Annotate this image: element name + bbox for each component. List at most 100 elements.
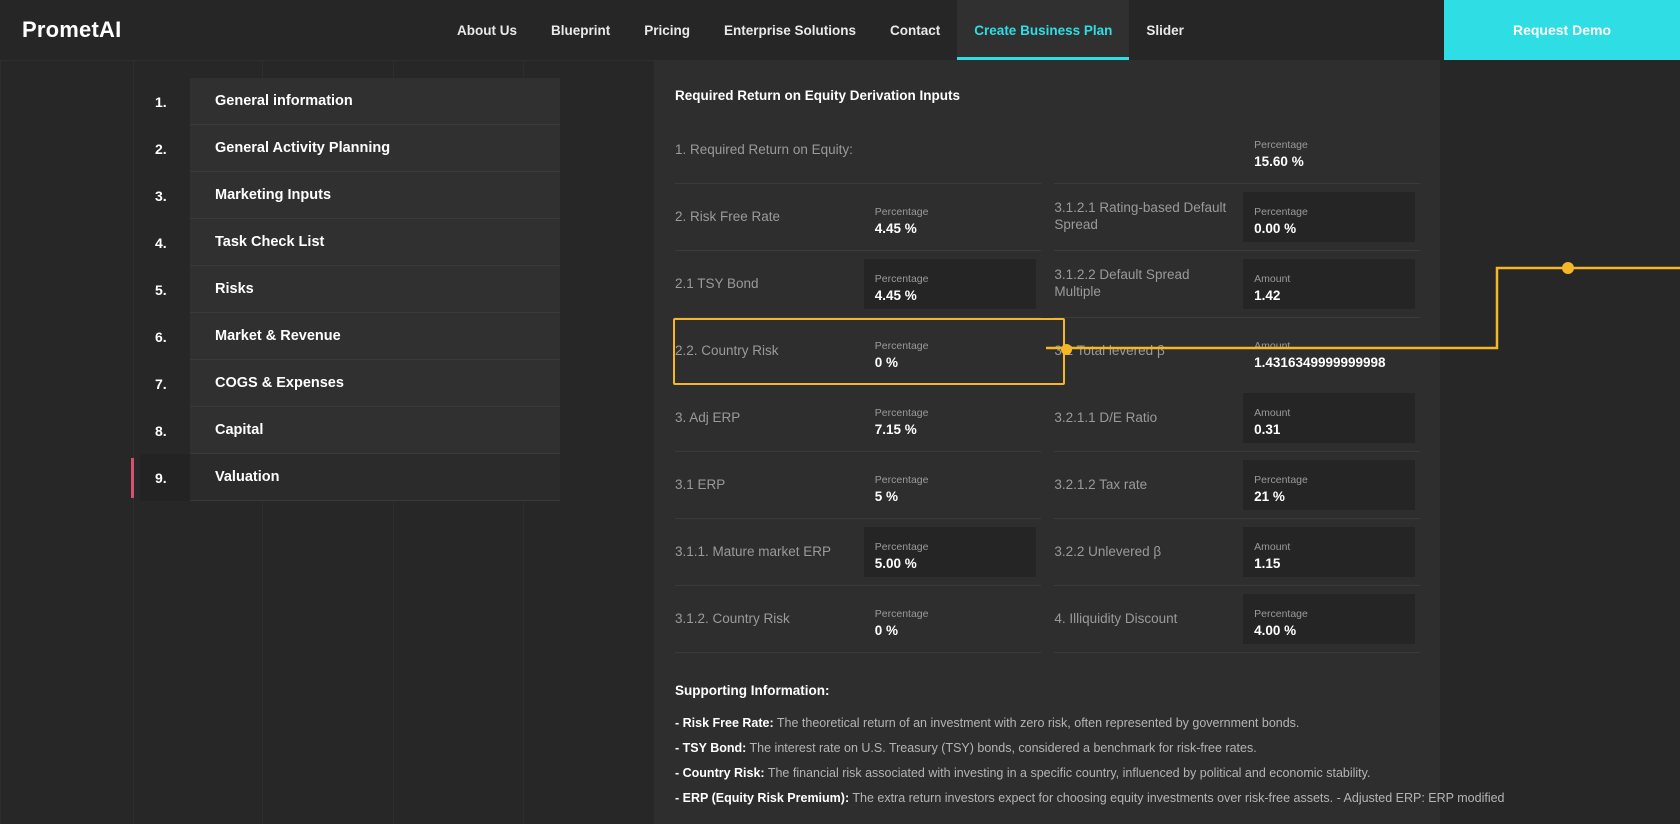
field-caption: Amount — [1254, 340, 1291, 352]
column-gap — [1041, 385, 1055, 452]
sidebar-item-task-check-list[interactable]: 4. Task Check List — [140, 219, 560, 266]
row-field-cell: Amount 1.4316349999999998 — [1243, 318, 1420, 385]
step-number: 1. — [155, 93, 167, 110]
nav-link-about-us[interactable]: About Us — [440, 0, 534, 60]
row-field-cell: Percentage 21 % — [1243, 452, 1420, 519]
column-gap — [1041, 586, 1055, 653]
row-label: 3.1.2.1 Rating-based Default Spread — [1054, 184, 1244, 251]
supporting-term: - Country Risk: — [675, 766, 765, 780]
input-field[interactable]: Percentage 4.00 % — [1243, 594, 1416, 644]
input-row[interactable]: 3.1 ERP Percentage 5 % 3.2.1.2 Tax rate Perc… — [675, 452, 1420, 519]
selection-anchor-dot — [1061, 344, 1072, 355]
field-value: 0 % — [874, 622, 899, 638]
input-row[interactable]: 3.1.2. Country Risk Percentage 0 % 4. Illiq… — [675, 586, 1420, 653]
nav-link-create-business-plan[interactable]: Create Business Plan — [957, 0, 1130, 60]
supporting-information-line: - TSY Bond: The interest rate on U.S. Tr… — [675, 741, 1420, 755]
nav-link-pricing[interactable]: Pricing — [627, 0, 707, 60]
supporting-information-lines: - Risk Free Rate: The theoretical return… — [675, 716, 1505, 805]
input-field[interactable]: Percentage 4.45 % — [864, 192, 1036, 242]
step-label: Marketing Inputs — [190, 172, 560, 219]
input-field[interactable]: Amount 0.31 — [1243, 393, 1416, 443]
layout-guide — [0, 60, 1, 824]
row-field-cell: Percentage 0 % — [863, 586, 1041, 653]
derivation-inputs-panel: Required Return on Equity Derivation Inp… — [655, 60, 1505, 824]
field-caption: Amount — [1254, 540, 1291, 553]
input-row[interactable]: 2. Risk Free Rate Percentage 4.45 % 3.1.2.1… — [675, 184, 1420, 251]
row-field-cell: Percentage 4.00 % — [1243, 586, 1420, 653]
brand-logo[interactable]: PrometAI — [0, 0, 440, 60]
field-caption: Amount — [1254, 272, 1291, 285]
sidebar-item-market-revenue[interactable]: 6. Market & Revenue — [140, 313, 560, 360]
nav-link-contact[interactable]: Contact — [873, 0, 957, 60]
field-value: 1.42 — [1254, 287, 1281, 303]
field-caption: Percentage — [874, 473, 929, 486]
input-field[interactable]: Percentage 0 % — [864, 327, 1036, 377]
sidebar-item-valuation[interactable]: 9. Valuation — [131, 454, 560, 501]
field-value: 4.45 % — [874, 287, 917, 303]
field-value: 5 % — [874, 488, 899, 504]
sidebar-item-general-activity-planning[interactable]: 2. General Activity Planning — [140, 125, 560, 172]
sidebar-item-general-information[interactable]: 1. General information — [140, 78, 560, 125]
input-field[interactable]: Percentage 7.15 % — [864, 393, 1036, 443]
row-field-cell: Percentage 5 % — [863, 452, 1041, 519]
field-caption: Amount — [1254, 406, 1291, 419]
input-field[interactable]: Amount 1.15 — [1243, 527, 1416, 577]
input-row[interactable]: 3. Adj ERP Percentage 7.15 % 3.2.1.1 D/E Ra… — [675, 385, 1420, 452]
input-field[interactable]: Percentage 4.45 % — [863, 259, 1036, 309]
input-field[interactable]: Percentage 15.60 % — [1243, 125, 1415, 175]
step-label: Valuation — [190, 454, 560, 501]
field-caption: Percentage — [874, 406, 929, 419]
field-caption: Percentage — [1254, 205, 1308, 218]
input-field[interactable]: Percentage 0 % — [864, 594, 1036, 644]
row-field-cell — [863, 117, 1041, 184]
input-row[interactable]: 2.1 TSY Bond Percentage 4.45 % 3.1.2.2 Defa… — [675, 251, 1420, 318]
sidebar-item-marketing-inputs[interactable]: 3. Marketing Inputs — [140, 172, 560, 219]
input-row[interactable]: 1. Required Return on Equity: Percentage 1… — [675, 117, 1420, 184]
field-caption: Percentage — [1254, 607, 1308, 620]
column-gap — [1041, 318, 1055, 385]
supporting-term: - Risk Free Rate: — [675, 716, 774, 730]
step-label: Capital — [190, 407, 560, 454]
input-field[interactable]: Amount 1.4316349999999998 — [1243, 327, 1415, 377]
field-value: 15.60 % — [1254, 153, 1304, 169]
valuation-step-list: 1. General information 2. General Activity … — [131, 78, 560, 501]
row-field-cell: Percentage 4.45 % — [863, 184, 1041, 251]
step-label: General Activity Planning — [190, 125, 560, 172]
sidebar-item-cogs-expenses[interactable]: 7. COGS & Expenses — [140, 360, 560, 407]
field-value: 4.45 % — [874, 220, 917, 236]
input-field[interactable]: Percentage 5.00 % — [863, 527, 1036, 577]
nav-link-slider[interactable]: Slider — [1129, 0, 1201, 60]
field-caption: Percentage — [874, 340, 929, 352]
field-value: 0 % — [874, 355, 899, 370]
step-label: General information — [190, 78, 560, 125]
row-field-cell: Percentage 0.00 % — [1243, 184, 1420, 251]
step-number: 4. — [155, 234, 167, 251]
row-label: 4. Illiquidity Discount — [1054, 586, 1244, 653]
top-navigation-bar: PrometAI About Us Blueprint Pricing Enterpr… — [0, 0, 1680, 60]
field-value: 7.15 % — [874, 421, 917, 437]
sidebar-item-risks[interactable]: 5. Risks — [140, 266, 560, 313]
input-row[interactable]: 2.2. Country Risk Percentage 0 % 3.2 Total … — [673, 318, 1420, 385]
row-field-cell: Percentage 15.60 % — [1243, 117, 1420, 184]
input-field[interactable]: Percentage 5 % — [864, 460, 1036, 510]
request-demo-button[interactable]: Request Demo — [1444, 0, 1680, 60]
step-number: 9. — [140, 454, 190, 501]
sidebar-item-capital[interactable]: 8. Capital — [140, 407, 560, 454]
active-step-marker — [131, 458, 134, 498]
step-label: COGS & Expenses — [190, 360, 560, 407]
input-row[interactable]: 3.1.1. Mature market ERP Percentage 5.00 %… — [675, 519, 1420, 586]
field-caption: Percentage — [1254, 473, 1308, 486]
step-number: 2. — [155, 140, 167, 157]
input-field[interactable]: Percentage 0.00 % — [1243, 192, 1416, 242]
nav-link-enterprise-solutions[interactable]: Enterprise Solutions — [707, 0, 873, 60]
row-field-cell: Amount 1.15 — [1243, 519, 1420, 586]
row-label: 1. Required Return on Equity: — [675, 117, 864, 184]
input-field[interactable]: Amount 1.42 — [1243, 259, 1416, 309]
supporting-term: - TSY Bond: — [675, 741, 747, 755]
row-label: 3.1.2. Country Risk — [675, 586, 864, 653]
nav-link-blueprint[interactable]: Blueprint — [534, 0, 627, 60]
input-field[interactable]: Percentage 21 % — [1243, 460, 1416, 510]
field-value: 0.31 — [1254, 421, 1281, 437]
step-number: 6. — [155, 328, 167, 345]
row-field-cell: Percentage 4.45 % — [863, 251, 1041, 318]
